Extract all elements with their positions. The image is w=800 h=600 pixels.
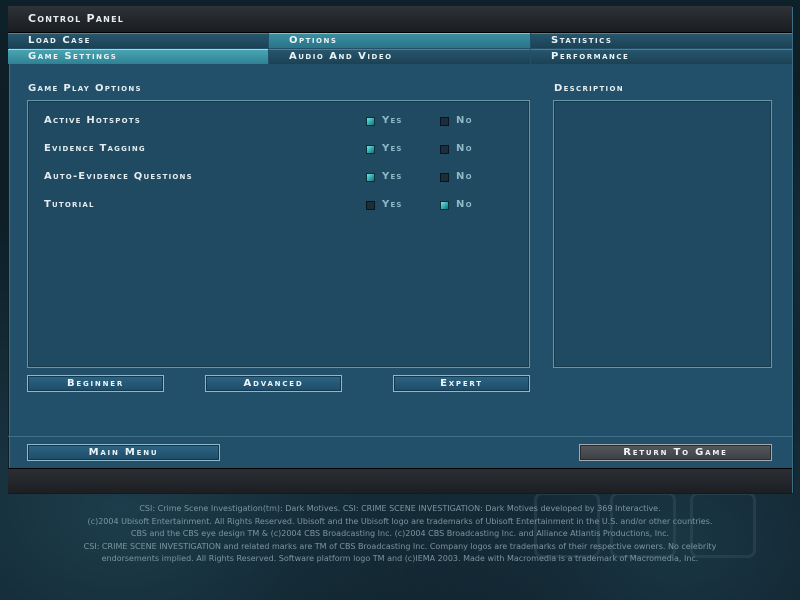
option-label: Active Hotspots	[44, 115, 141, 126]
tab-game-settings[interactable]: Game Settings	[8, 49, 268, 64]
description-heading: Description	[554, 83, 624, 94]
checkbox-unchecked-icon	[366, 201, 375, 210]
main-menu-button[interactable]: Main Menu	[27, 444, 220, 461]
window-title: Control Panel	[28, 12, 125, 25]
expert-button[interactable]: Expert	[393, 375, 530, 392]
legal-line: CBS and the CBS eye design TM & (c)2004 …	[130, 529, 670, 538]
tab-performance[interactable]: Performance	[531, 49, 792, 64]
yes-label: Yes	[382, 143, 403, 154]
checkbox-unchecked-icon	[440, 173, 449, 182]
legal-line: endorsements implied. All Rights Reserve…	[101, 554, 699, 563]
tab-label: Statistics	[551, 35, 613, 46]
legal-line: CSI: CRIME SCENE INVESTIGATION and relat…	[83, 541, 717, 551]
return-to-game-button[interactable]: Return To Game	[579, 444, 772, 461]
checkbox-checked-icon	[366, 117, 375, 126]
footer-divider	[8, 436, 792, 437]
yes-label: Yes	[382, 199, 403, 210]
legal-line: CSI: Crime Scene Investigation(tm): Dark…	[139, 504, 661, 513]
checkbox-checked-icon	[366, 145, 375, 154]
tab-statistics[interactable]: Statistics	[531, 33, 792, 48]
checkbox-unchecked-icon	[440, 117, 449, 126]
option-label: Evidence Tagging	[44, 143, 146, 154]
legal-notice: CSI: Crime Scene Investigation(tm): Dark…	[30, 503, 770, 566]
advanced-button[interactable]: Advanced	[205, 375, 342, 392]
yes-label: Yes	[382, 171, 403, 182]
tab-audio-and-video[interactable]: Audio And Video	[269, 49, 530, 64]
title-bar: Control Panel	[8, 6, 792, 33]
option-label: Tutorial	[44, 199, 95, 210]
tab-load-case[interactable]: Load Case	[8, 33, 268, 48]
tab-label: Audio And Video	[289, 51, 393, 62]
no-label: No	[456, 199, 473, 210]
option-label: Auto-Evidence Questions	[44, 171, 193, 182]
game-play-options-heading: Game Play Options	[28, 83, 142, 94]
beginner-button[interactable]: Beginner	[27, 375, 164, 392]
checkbox-unchecked-icon	[440, 145, 449, 154]
yes-label: Yes	[382, 115, 403, 126]
legal-line: (c)2004 Ubisoft Entertainment. All Right…	[87, 516, 713, 526]
description-panel	[553, 100, 772, 368]
tab-label: Load Case	[28, 35, 91, 46]
no-label: No	[456, 143, 473, 154]
tab-options[interactable]: Options	[269, 33, 530, 48]
window-bottom-bar	[8, 468, 792, 493]
checkbox-checked-icon	[440, 201, 449, 210]
tab-label: Performance	[551, 51, 630, 62]
game-play-options-panel	[27, 100, 530, 368]
no-label: No	[456, 115, 473, 126]
no-label: No	[456, 171, 473, 182]
checkbox-checked-icon	[366, 173, 375, 182]
tab-label: Options	[289, 35, 338, 46]
tab-label: Game Settings	[28, 51, 118, 62]
